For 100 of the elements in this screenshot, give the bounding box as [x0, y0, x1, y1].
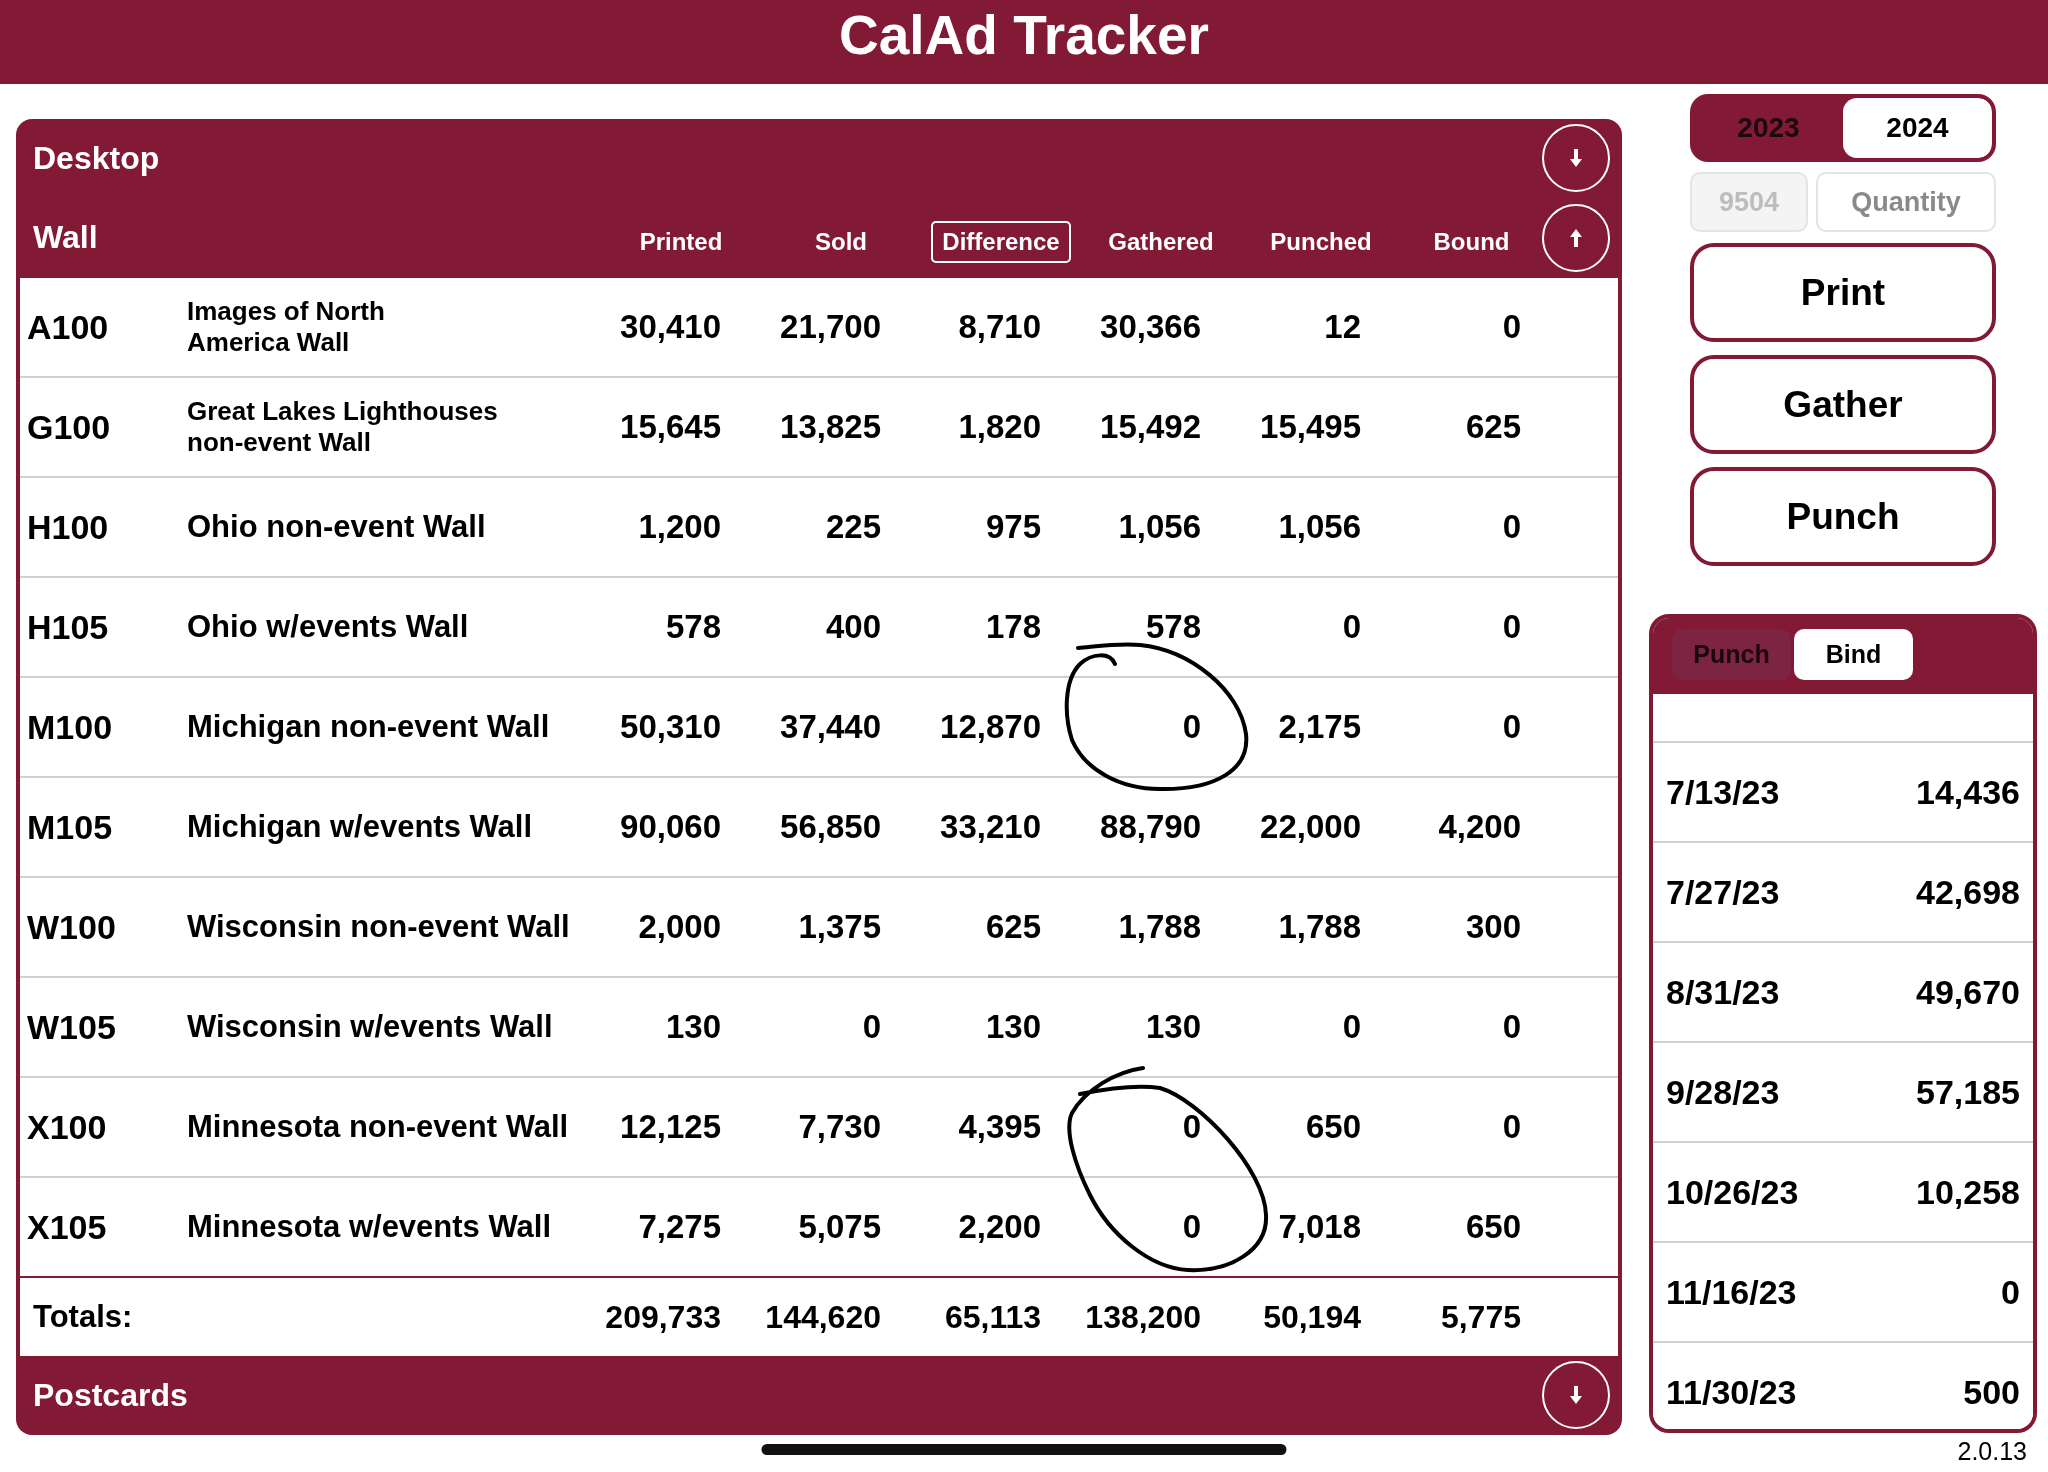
- date-label: 8/31/23: [1666, 972, 1780, 1012]
- bound-value: 0: [1502, 608, 1521, 646]
- item-name: Great Lakes Lighthouses non-event Wall: [187, 395, 499, 459]
- item-code: M100: [27, 707, 113, 747]
- difference-value: 178: [985, 608, 1041, 646]
- gathered-value: 0: [1182, 708, 1201, 746]
- column-header[interactable]: Sold: [804, 220, 878, 263]
- bound-value: 0: [1502, 708, 1521, 746]
- gathered-value: 88,790: [1100, 808, 1201, 846]
- total-value: 138,200: [1085, 1298, 1201, 1336]
- item-name: Ohio w/events Wall: [187, 608, 469, 646]
- history-tab[interactable]: Bind: [1794, 629, 1913, 680]
- group-label: Wall: [33, 219, 98, 256]
- sold-value: 7,730: [798, 1108, 881, 1146]
- printed-value: 1,200: [638, 508, 721, 546]
- total-value: 5,775: [1440, 1298, 1521, 1336]
- arrow-up-icon: [1570, 228, 1582, 247]
- printed-value: 130: [665, 1008, 721, 1046]
- punched-value: 7,018: [1278, 1208, 1361, 1246]
- gathered-value: 130: [1145, 1008, 1201, 1046]
- punched-value: 650: [1305, 1108, 1361, 1146]
- sold-value: 0: [862, 1008, 881, 1046]
- punch-button[interactable]: Punch: [1690, 467, 1996, 566]
- input-field[interactable]: Quantity: [1816, 172, 1996, 232]
- difference-value: 975: [985, 508, 1041, 546]
- total-value: 50,194: [1263, 1298, 1361, 1336]
- printed-value: 7,275: [638, 1208, 721, 1246]
- column-header[interactable]: Difference: [931, 220, 1071, 263]
- sold-value: 37,440: [780, 708, 881, 746]
- section-title: Postcards: [33, 1376, 188, 1414]
- difference-value: 625: [985, 908, 1041, 946]
- difference-value: 33,210: [940, 808, 1041, 846]
- gathered-value: 1,788: [1118, 908, 1201, 946]
- quantity-value: 10,258: [1916, 1172, 2020, 1212]
- bound-value: 625: [1465, 408, 1521, 446]
- item-code: X105: [27, 1207, 107, 1247]
- bound-value: 0: [1502, 508, 1521, 546]
- year-segment[interactable]: 2024: [1843, 98, 1992, 158]
- printed-value: 50,310: [620, 708, 721, 746]
- column-header[interactable]: Punched: [1259, 220, 1383, 263]
- item-code: A100: [27, 307, 109, 347]
- gathered-value: 30,366: [1100, 308, 1201, 346]
- item-code: X100: [27, 1107, 107, 1147]
- sold-value: 5,075: [798, 1208, 881, 1246]
- sold-value: 21,700: [780, 308, 881, 346]
- quantity-value: 0: [2001, 1272, 2020, 1312]
- sold-value: 400: [825, 608, 881, 646]
- print-button[interactable]: Print: [1690, 243, 1996, 342]
- punched-value: 2,175: [1278, 708, 1361, 746]
- item-name: Michigan w/events Wall: [187, 808, 533, 846]
- date-label: 9/28/23: [1666, 1072, 1780, 1112]
- quantity-value: 500: [1963, 1372, 2020, 1412]
- item-name: Minnesota non-event Wall: [187, 1108, 569, 1146]
- total-value: 209,733: [605, 1298, 721, 1336]
- sold-value: 13,825: [780, 408, 881, 446]
- difference-value: 130: [985, 1008, 1041, 1046]
- date-label: 11/16/23: [1666, 1272, 1797, 1312]
- difference-value: 2,200: [958, 1208, 1041, 1246]
- printed-value: 2,000: [638, 908, 721, 946]
- punched-value: 1,056: [1278, 508, 1361, 546]
- item-name: Ohio non-event Wall: [187, 508, 486, 546]
- bound-value: 0: [1502, 1108, 1521, 1146]
- quantity-value: 42,698: [1916, 872, 2020, 912]
- item-code: W105: [27, 1007, 116, 1047]
- arrow-down-button[interactable]: [1542, 1361, 1610, 1429]
- gathered-value: 578: [1145, 608, 1201, 646]
- total-value: 144,620: [765, 1298, 881, 1336]
- date-label: 7/27/23: [1666, 872, 1780, 912]
- punched-value: 15,495: [1260, 408, 1361, 446]
- date-label: 10/26/23: [1666, 1172, 1799, 1212]
- bound-value: 650: [1465, 1208, 1521, 1246]
- punched-value: 12: [1324, 308, 1361, 346]
- arrow-down-icon: [1570, 149, 1582, 167]
- item-code: H100: [27, 507, 109, 547]
- sold-value: 225: [825, 508, 881, 546]
- printed-value: 12,125: [620, 1108, 721, 1146]
- total-value: 65,113: [944, 1298, 1041, 1336]
- arrow-up-button[interactable]: [1542, 203, 1610, 272]
- column-header[interactable]: Bound: [1422, 220, 1521, 263]
- gather-button[interactable]: Gather: [1690, 355, 1996, 454]
- item-name: Images of North America Wall: [187, 295, 386, 359]
- column-header[interactable]: Printed: [628, 220, 734, 263]
- printed-value: 15,645: [620, 408, 721, 446]
- item-name: Wisconsin non-event Wall: [187, 908, 570, 946]
- bound-value: 0: [1502, 308, 1521, 346]
- item-code: H105: [27, 607, 109, 647]
- item-code: G100: [27, 407, 111, 447]
- arrow-down-button[interactable]: [1542, 124, 1610, 192]
- quantity-value: 14,436: [1916, 772, 2020, 812]
- date-label: 7/13/23: [1666, 772, 1780, 812]
- gathered-value: 15,492: [1100, 408, 1201, 446]
- app-title: CalAd Tracker: [839, 7, 1209, 63]
- printed-value: 30,410: [620, 308, 721, 346]
- punched-value: 22,000: [1260, 808, 1361, 846]
- bound-value: 4,200: [1438, 808, 1521, 846]
- difference-value: 1,820: [958, 408, 1041, 446]
- item-name: Michigan non-event Wall: [187, 708, 550, 746]
- difference-value: 12,870: [940, 708, 1041, 746]
- column-header[interactable]: Gathered: [1097, 220, 1225, 263]
- bound-value: 300: [1465, 908, 1521, 946]
